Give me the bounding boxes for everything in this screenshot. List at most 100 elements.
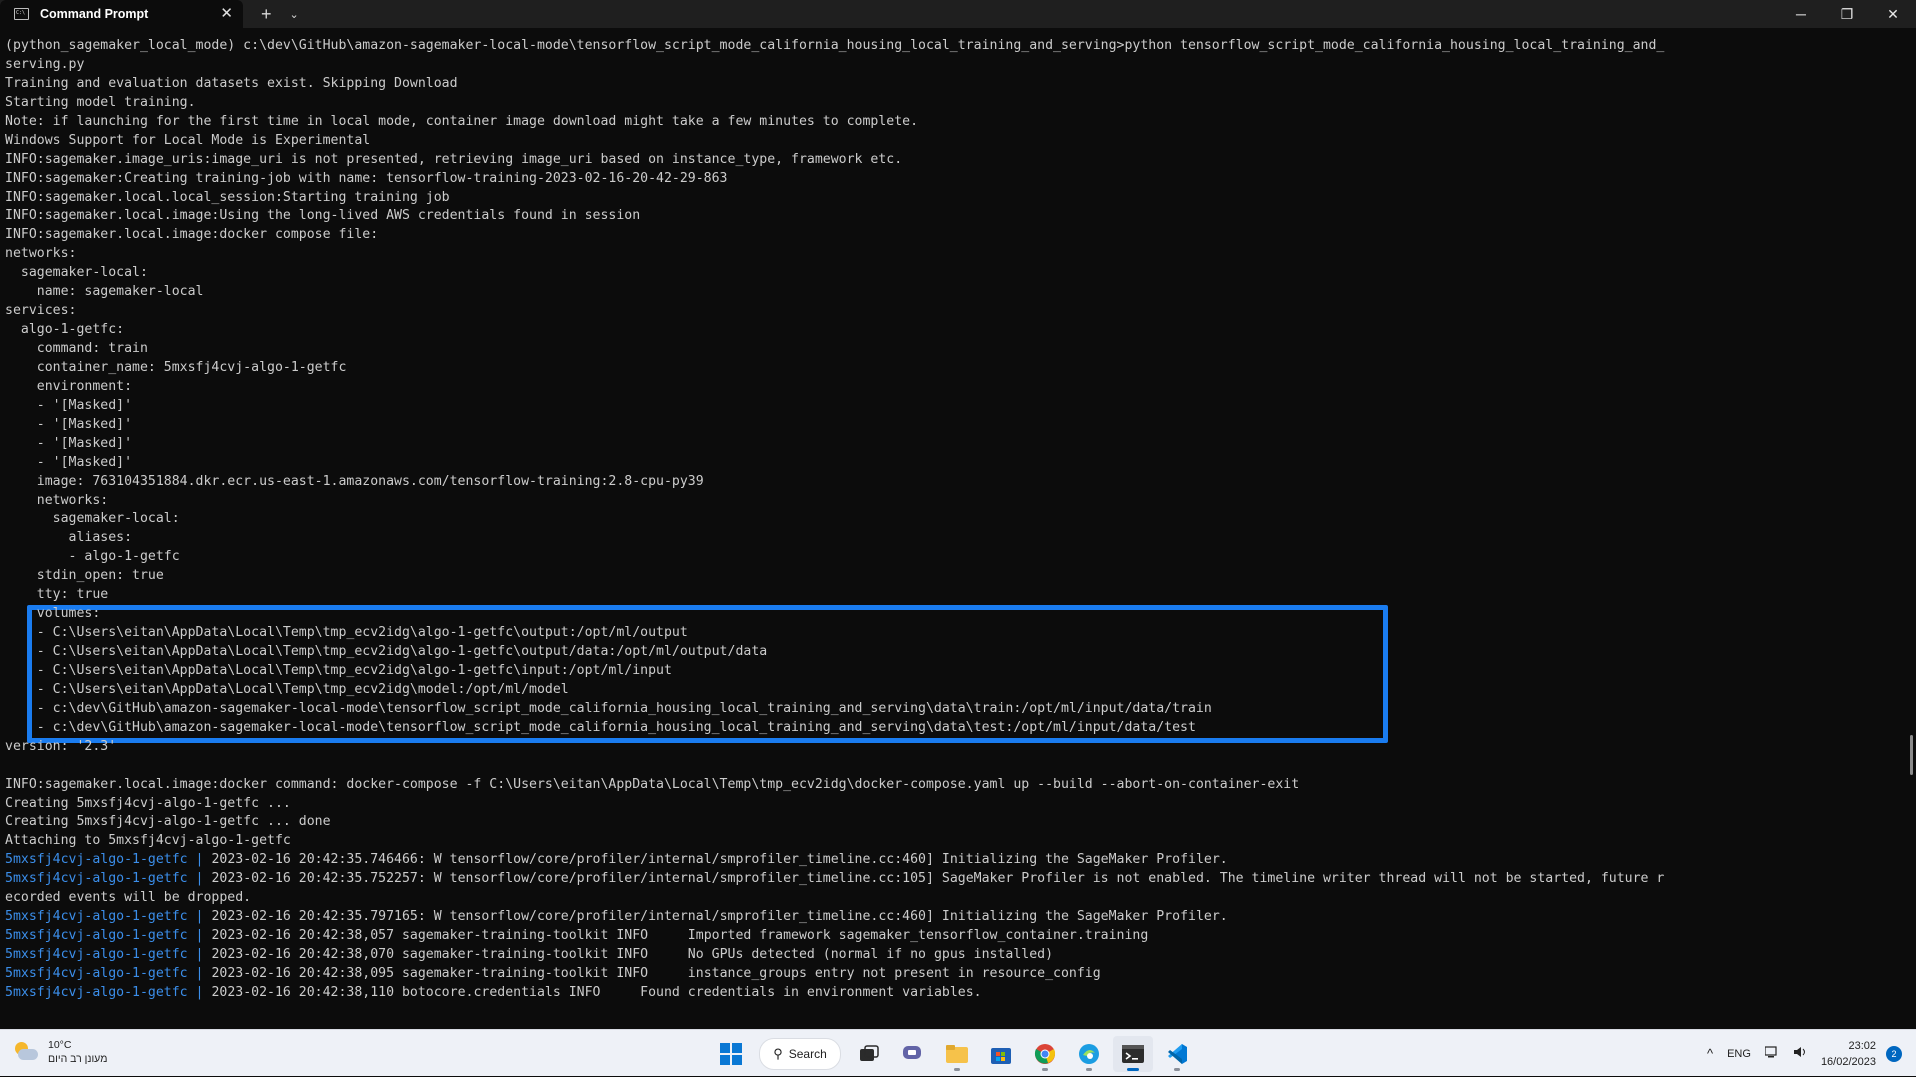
new-tab-button[interactable]: +: [261, 4, 272, 25]
console-line: 5mxsfj4cvj-algo-1-getfc | 2023-02-16 20:…: [5, 870, 1910, 889]
console-line: Attaching to 5mxsfj4cvj-algo-1-getfc: [5, 833, 291, 849]
search-label: Search: [788, 1047, 827, 1061]
network-icon[interactable]: [1764, 1046, 1779, 1061]
container-prefix: 5mxsfj4cvj-algo-1-getfc |: [5, 852, 204, 868]
chat-app-button[interactable]: [893, 1036, 933, 1072]
task-view-button[interactable]: [849, 1036, 889, 1072]
console-line: Creating 5mxsfj4cvj-algo-1-getfc ...: [5, 795, 291, 811]
console-line: version: '2.3': [5, 738, 117, 754]
console-line: container_name: 5mxsfj4cvj-algo-1-getfc: [5, 359, 347, 375]
console-line: - C:\Users\eitan\AppData\Local\Temp\tmp_…: [5, 644, 768, 659]
console-line: - c:\dev\GitHub\amazon-sagemaker-local-m…: [5, 719, 1196, 735]
console-line: 5mxsfj4cvj-algo-1-getfc | 2023-02-16 20:…: [5, 851, 1910, 870]
log-text: 2023-02-16 20:42:35.797165: W tensorflow…: [203, 909, 1228, 925]
console-line: INFO:sagemaker.local.image:Using the lon…: [5, 208, 641, 224]
clock[interactable]: 23:02 16/02/2023: [1821, 1038, 1876, 1070]
tab-command-prompt[interactable]: Command Prompt ✕: [0, 0, 243, 28]
close-window-button[interactable]: ✕: [1870, 0, 1916, 28]
windows-logo-icon: [720, 1043, 742, 1065]
terminal-taskbar-button[interactable]: [1113, 1036, 1153, 1072]
console-line: - '[Masked]': [5, 416, 133, 432]
console-line: 5mxsfj4cvj-algo-1-getfc | 2023-02-16 20:…: [5, 927, 1910, 946]
console-line: networks:: [5, 492, 109, 508]
container-prefix: 5mxsfj4cvj-algo-1-getfc |: [5, 965, 204, 981]
taskbar: 10°C מעונן רב היום ⚲ Search ^ ENG 23:02 …: [0, 1029, 1916, 1076]
chrome-icon: [1034, 1044, 1056, 1064]
log-text: 2023-02-16 20:42:38,057 sagemaker-traini…: [203, 928, 1149, 944]
console-line: volumes:: [5, 606, 101, 622]
console-line: - C:\Users\eitan\AppData\Local\Temp\tmp_…: [5, 662, 672, 678]
weather-widget[interactable]: 10°C מעונן רב היום: [12, 1038, 107, 1066]
notification-badge[interactable]: 2: [1886, 1045, 1902, 1062]
console-line: - '[Masked]': [5, 454, 133, 470]
folder-icon: [946, 1045, 968, 1063]
close-tab-icon[interactable]: ✕: [220, 4, 233, 22]
console-line: INFO:sagemaker.local.image:docker comman…: [5, 776, 1300, 792]
console-line: tty: true: [5, 587, 109, 603]
console-line: Creating 5mxsfj4cvj-algo-1-getfc ... don…: [5, 814, 331, 830]
edge-icon: [1079, 1044, 1099, 1064]
container-prefix: 5mxsfj4cvj-algo-1-getfc |: [5, 984, 204, 1000]
clock-date: 16/02/2023: [1820, 1055, 1876, 1068]
store-icon: [991, 1048, 1011, 1064]
console-line: (python_sagemaker_local_mode) c:\dev\Git…: [5, 38, 1665, 53]
console-line: - '[Masked]': [5, 397, 133, 413]
console-line: command: train: [5, 341, 148, 356]
language-indicator[interactable]: ENG: [1727, 1048, 1751, 1060]
console-line: sagemaker-local:: [5, 511, 180, 527]
container-prefix: 5mxsfj4cvj-algo-1-getfc |: [5, 909, 204, 925]
console-line: - c:\dev\GitHub\amazon-sagemaker-local-m…: [5, 700, 1212, 716]
store-button[interactable]: [981, 1036, 1021, 1072]
tab-dropdown-icon[interactable]: ⌄: [290, 8, 299, 21]
maximize-button[interactable]: ❐: [1824, 0, 1870, 28]
minimize-button[interactable]: ─: [1778, 0, 1824, 28]
log-text: 2023-02-16 20:42:35.746466: W tensorflow…: [203, 852, 1228, 868]
console-output[interactable]: (python_sagemaker_local_mode) c:\dev\Git…: [5, 37, 1910, 1017]
weather-temp: 10°C: [48, 1039, 72, 1051]
container-prefix: 5mxsfj4cvj-algo-1-getfc |: [5, 947, 204, 962]
container-prefix: 5mxsfj4cvj-algo-1-getfc |: [5, 928, 204, 944]
log-text: 2023-02-16 20:42:38,070 sagemaker-traini…: [203, 947, 1054, 962]
console-line: INFO:sagemaker:Creating training-job wit…: [5, 170, 728, 186]
log-text: 2023-02-16 20:42:35.752257: W tensorflow…: [203, 871, 1665, 887]
console-line: environment:: [5, 378, 133, 394]
console-line: Starting model training.: [5, 94, 196, 110]
start-button[interactable]: [711, 1036, 751, 1072]
tray-overflow-icon[interactable]: ^: [1707, 1046, 1713, 1061]
console-line: image: 763104351884.dkr.ecr.us-east-1.am…: [5, 473, 704, 489]
console-line: INFO:sagemaker.image_uris:image_uri is n…: [5, 151, 903, 167]
tab-title: Command Prompt: [40, 7, 149, 21]
partly-cloudy-icon: [12, 1040, 40, 1064]
console-line: 5mxsfj4cvj-algo-1-getfc | 2023-02-16 20:…: [5, 946, 1910, 965]
console-line: Note: if launching for the first time in…: [5, 113, 919, 129]
console-line: services:: [5, 303, 77, 319]
edge-button[interactable]: [1069, 1036, 1109, 1072]
clock-time: 23:02: [1848, 1039, 1876, 1052]
console-line: serving.py: [5, 56, 85, 72]
console-line: stdin_open: true: [5, 568, 164, 584]
container-prefix: 5mxsfj4cvj-algo-1-getfc |: [5, 871, 204, 887]
title-bar: Command Prompt ✕ + ⌄ ─ ❐ ✕: [0, 0, 1916, 28]
console-line: ecorded events will be dropped.: [5, 890, 252, 906]
console-line: 5mxsfj4cvj-algo-1-getfc | 2023-02-16 20:…: [5, 965, 1910, 984]
vscode-button[interactable]: [1157, 1036, 1197, 1072]
console-line: networks:: [5, 246, 77, 262]
console-line: - C:\Users\eitan\AppData\Local\Temp\tmp_…: [5, 625, 688, 641]
chat-icon: [903, 1046, 921, 1059]
volume-icon[interactable]: [1793, 1046, 1807, 1061]
scrollbar-thumb[interactable]: [1910, 735, 1913, 775]
console-line: - algo-1-getfc: [5, 549, 180, 565]
log-text: 2023-02-16 20:42:38,095 sagemaker-traini…: [203, 965, 1101, 981]
console-line: name: sagemaker-local: [5, 284, 204, 300]
console-line: 5mxsfj4cvj-algo-1-getfc | 2023-02-16 20:…: [5, 984, 1910, 1003]
vscode-icon: [1168, 1044, 1187, 1064]
file-explorer-button[interactable]: [937, 1036, 977, 1072]
console-line: Training and evaluation datasets exist. …: [5, 75, 458, 91]
taskbar-search-button[interactable]: ⚲ Search: [759, 1038, 841, 1070]
chrome-button[interactable]: [1025, 1036, 1065, 1072]
console-line: algo-1-getfc:: [5, 322, 125, 338]
console-line: sagemaker-local:: [5, 265, 148, 281]
weather-desc: מעונן רב היום: [48, 1053, 108, 1065]
search-icon: ⚲: [773, 1046, 783, 1061]
console-line: Windows Support for Local Mode is Experi…: [5, 132, 371, 148]
